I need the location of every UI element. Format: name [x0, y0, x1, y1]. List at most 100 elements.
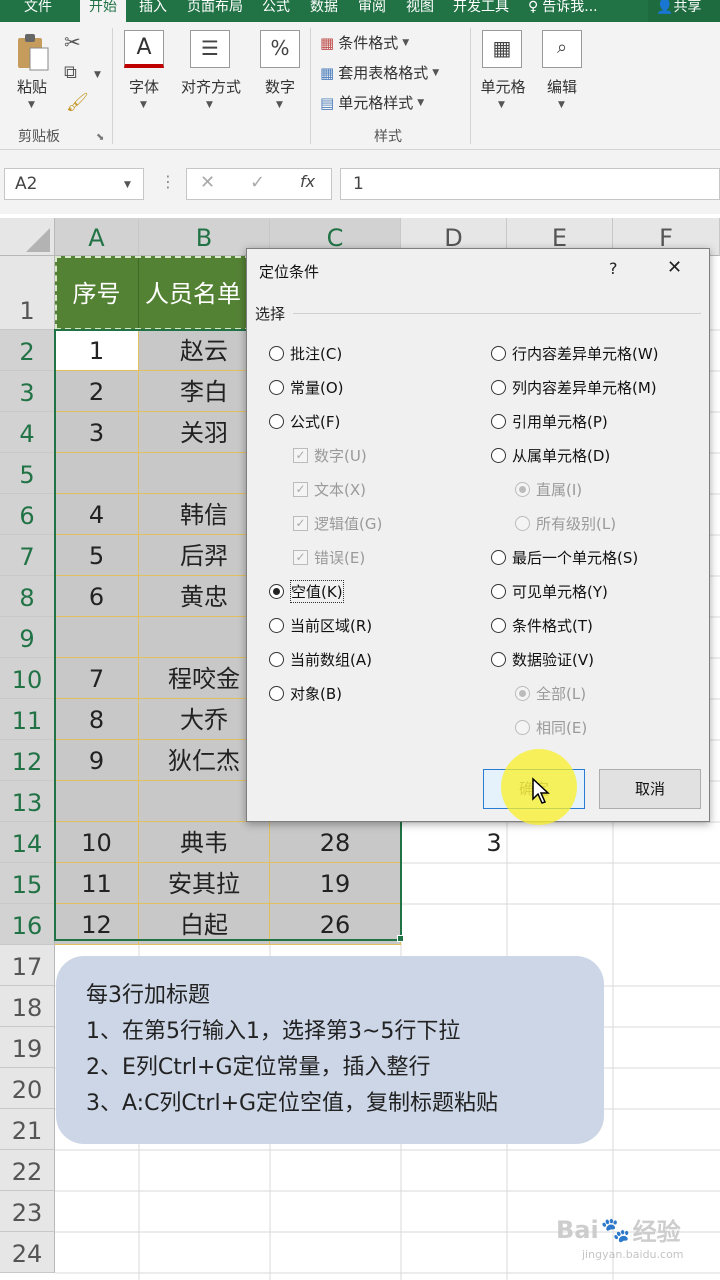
- table-cell[interactable]: 1: [55, 330, 139, 371]
- cancel-button[interactable]: 取消: [599, 769, 701, 809]
- enter-check-icon[interactable]: ✓: [250, 172, 265, 193]
- name-box-dropdown-icon[interactable]: ▼: [124, 180, 131, 190]
- row-header-7[interactable]: 7: [0, 535, 55, 576]
- number-button[interactable]: 数字: [256, 76, 304, 97]
- option-current-region[interactable]: 当前区域(R): [269, 614, 372, 636]
- table-cell[interactable]: [55, 781, 139, 822]
- copy-dropdown-icon[interactable]: ▼: [94, 70, 101, 80]
- font-dropdown-icon[interactable]: ▼: [140, 100, 147, 110]
- option-current-array[interactable]: 当前数组(A): [269, 648, 372, 670]
- font-icon[interactable]: A: [124, 30, 164, 68]
- cells-button[interactable]: 单元格: [476, 76, 530, 97]
- option-direct-only[interactable]: 直属(I): [515, 478, 582, 500]
- number-dropdown-icon[interactable]: ▼: [276, 100, 283, 110]
- option-constants[interactable]: 常量(O): [269, 376, 344, 398]
- row-header-19[interactable]: 19: [0, 1027, 55, 1068]
- check-text[interactable]: ✓ 文本(X): [293, 478, 366, 500]
- tab-developer[interactable]: 开发工具: [444, 0, 518, 22]
- name-box[interactable]: A2: [4, 168, 144, 200]
- paste-button[interactable]: 粘贴: [8, 76, 56, 97]
- table-cell[interactable]: 10: [55, 822, 139, 863]
- table-cell[interactable]: 安其拉: [139, 863, 270, 904]
- row-header-16[interactable]: 16: [0, 904, 55, 945]
- cells-dropdown-icon[interactable]: ▼: [498, 100, 505, 110]
- table-cell[interactable]: 白起: [139, 904, 270, 945]
- insert-function-button[interactable]: fx: [300, 172, 315, 191]
- row-header-6[interactable]: 6: [0, 494, 55, 535]
- table-cell[interactable]: 9: [55, 740, 139, 781]
- option-column-differences[interactable]: 列内容差异单元格(M): [491, 376, 657, 398]
- alignment-dropdown-icon[interactable]: ▼: [206, 100, 213, 110]
- share-button[interactable]: 👤共享: [648, 0, 720, 22]
- table-cell[interactable]: 8: [55, 699, 139, 740]
- cells-icon[interactable]: ▦: [482, 30, 522, 68]
- header-cell-index[interactable]: 序号: [55, 256, 139, 330]
- table-format-button[interactable]: ▦ 套用表格格式 ▼: [320, 62, 439, 83]
- alignment-button[interactable]: 对齐方式: [174, 76, 248, 97]
- formula-input[interactable]: 1: [340, 168, 720, 200]
- option-dependents[interactable]: 从属单元格(D): [491, 444, 610, 466]
- tab-formulas[interactable]: 公式: [254, 0, 298, 22]
- row-header-17[interactable]: 17: [0, 945, 55, 986]
- editing-button[interactable]: 编辑: [538, 76, 586, 97]
- check-logicals[interactable]: ✓ 逻辑值(G): [293, 512, 382, 534]
- row-header-4[interactable]: 4: [0, 412, 55, 453]
- table-cell[interactable]: 4: [55, 494, 139, 535]
- tab-data[interactable]: 数据: [302, 0, 346, 22]
- row-header-12[interactable]: 12: [0, 740, 55, 781]
- option-comments[interactable]: 批注(C): [269, 342, 342, 364]
- table-cell[interactable]: 28: [270, 822, 401, 863]
- tab-insert[interactable]: 插入: [130, 0, 176, 22]
- table-cell[interactable]: 19: [270, 863, 401, 904]
- table-cell[interactable]: 5: [55, 535, 139, 576]
- paste-icon[interactable]: [14, 32, 52, 72]
- option-data-validation[interactable]: 数据验证(V): [491, 648, 594, 670]
- table-cell[interactable]: 6: [55, 576, 139, 617]
- fill-handle[interactable]: [397, 935, 404, 942]
- row-header-3[interactable]: 3: [0, 371, 55, 412]
- table-cell[interactable]: 2: [55, 371, 139, 412]
- row-header-22[interactable]: 22: [0, 1150, 55, 1191]
- conditional-format-button[interactable]: ▦ 条件格式 ▼: [320, 32, 409, 53]
- dialog-launcher-icon[interactable]: ⬊: [96, 132, 104, 143]
- editing-dropdown-icon[interactable]: ▼: [558, 100, 565, 110]
- alignment-icon[interactable]: ☰: [190, 30, 230, 68]
- row-header-18[interactable]: 18: [0, 986, 55, 1027]
- row-header-2[interactable]: 2: [0, 330, 55, 371]
- column-header-a[interactable]: A: [55, 218, 139, 256]
- table-cell[interactable]: 11: [55, 863, 139, 904]
- percent-icon[interactable]: %: [260, 30, 300, 68]
- row-header-5[interactable]: 5: [0, 453, 55, 494]
- select-all-corner[interactable]: [0, 218, 55, 256]
- row-header-10[interactable]: 10: [0, 658, 55, 699]
- tab-home[interactable]: 开始: [80, 0, 126, 22]
- tab-view[interactable]: 视图: [398, 0, 442, 22]
- cell-d14[interactable]: 3: [401, 822, 587, 863]
- row-header-15[interactable]: 15: [0, 863, 55, 904]
- option-precedents[interactable]: 引用单元格(P): [491, 410, 608, 432]
- table-cell[interactable]: 典韦: [139, 822, 270, 863]
- cell-style-button[interactable]: ▤ 单元格样式 ▼: [320, 92, 424, 113]
- row-header-1[interactable]: 1: [0, 256, 55, 330]
- option-validation-all[interactable]: 全部(L): [515, 682, 586, 704]
- search-icon[interactable]: ⌕: [542, 30, 582, 68]
- table-cell[interactable]: [55, 453, 139, 494]
- option-row-differences[interactable]: 行内容差异单元格(W): [491, 342, 659, 364]
- option-conditional-formats[interactable]: 条件格式(T): [491, 614, 593, 636]
- option-visible-cells[interactable]: 可见单元格(Y): [491, 580, 608, 602]
- format-painter-icon[interactable]: 🖌: [66, 92, 89, 113]
- help-icon[interactable]: ?: [609, 259, 618, 278]
- row-header-11[interactable]: 11: [0, 699, 55, 740]
- check-errors[interactable]: ✓ 错误(E): [293, 546, 365, 568]
- table-cell[interactable]: 7: [55, 658, 139, 699]
- option-blanks[interactable]: 空值(K): [269, 579, 344, 603]
- row-header-23[interactable]: 23: [0, 1191, 55, 1232]
- table-cell[interactable]: 3: [55, 412, 139, 453]
- copy-icon[interactable]: ⧉: [64, 62, 77, 83]
- option-objects[interactable]: 对象(B): [269, 682, 342, 704]
- table-cell[interactable]: 12: [55, 904, 139, 945]
- row-header-24[interactable]: 24: [0, 1232, 55, 1273]
- row-header-14[interactable]: 14: [0, 822, 55, 863]
- close-icon[interactable]: ✕: [667, 257, 682, 278]
- table-cell[interactable]: [55, 617, 139, 658]
